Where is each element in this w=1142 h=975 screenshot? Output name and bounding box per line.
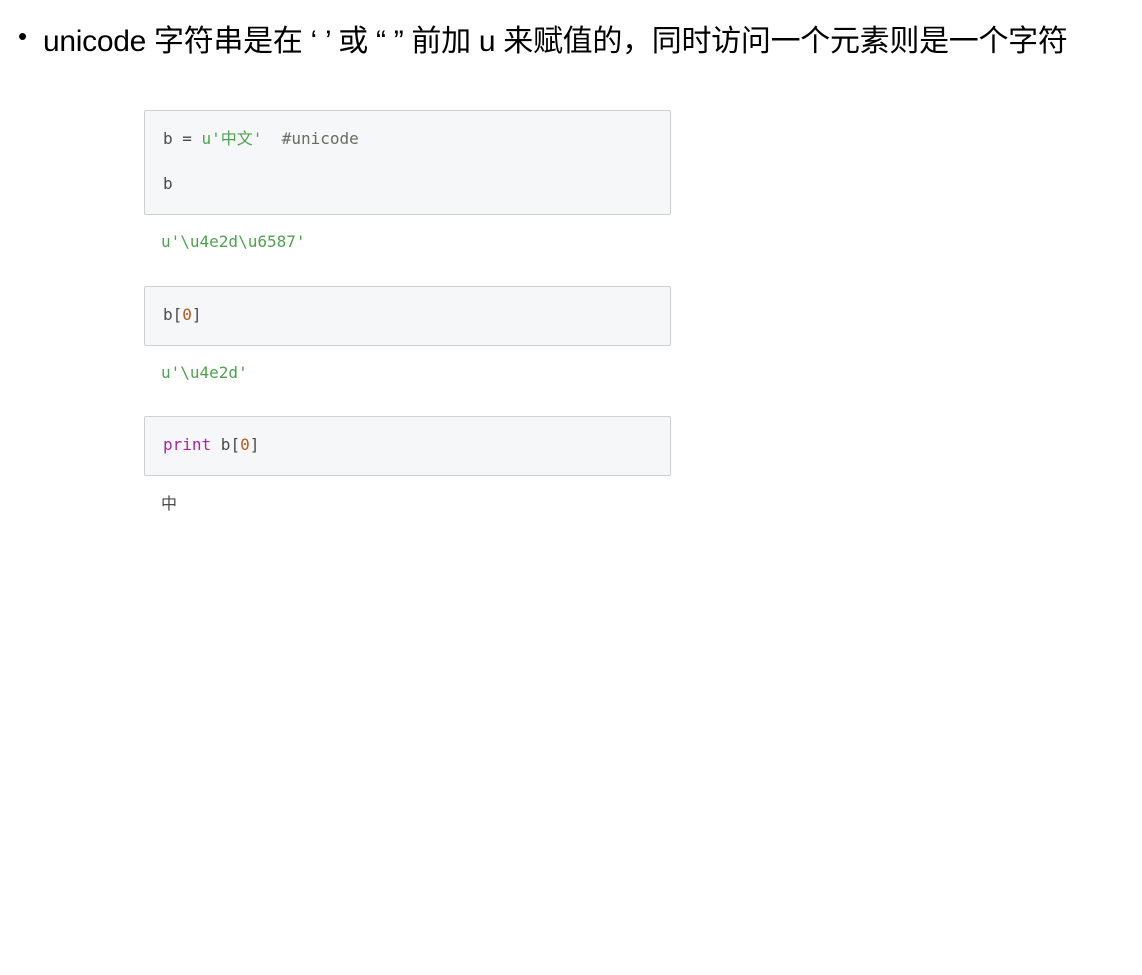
bullet-text: unicode 字符串是在 ‘ ’ 或 “ ” 前加 u 来赋值的，同时访问一个… [43, 25, 1068, 58]
code-cell-1[interactable]: b = u'中文' #unicode b [144, 110, 671, 215]
code-token: b[ [211, 435, 241, 454]
cell-output-2: u'\u4e2d' [161, 363, 248, 382]
code-cell-2[interactable]: b[0] [144, 286, 671, 346]
code-token: ] [249, 435, 260, 454]
code-number-token: 0 [240, 435, 250, 454]
code-comment-token: #unicode [262, 129, 359, 148]
code-token: ] [191, 305, 202, 324]
code-string-token: u'中文' [201, 129, 263, 148]
code-line: b [163, 174, 173, 194]
code-line: b = u'中文' #unicode [163, 129, 359, 149]
code-token: b[ [163, 305, 183, 324]
bullet-marker: • [18, 21, 28, 51]
code-keyword-token: print [163, 435, 212, 454]
code-number-token: 0 [182, 305, 192, 324]
cell-output-1: u'\u4e2d\u6587' [161, 232, 306, 251]
code-token: b = [163, 129, 202, 148]
code-line: print b[0] [163, 435, 259, 455]
cell-output-3: 中 [161, 494, 178, 513]
code-token: b [163, 174, 173, 193]
code-cell-3[interactable]: print b[0] [144, 416, 671, 476]
code-line: b[0] [163, 305, 202, 325]
